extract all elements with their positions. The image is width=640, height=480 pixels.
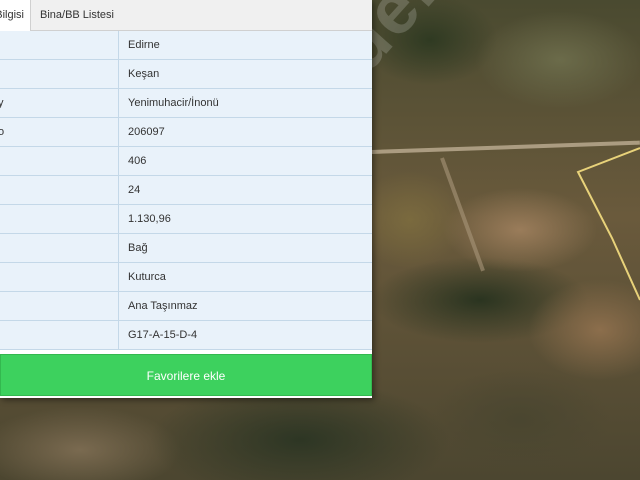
row-key: [0, 147, 119, 175]
row-value: Kuturca: [128, 271, 166, 283]
row-value: 406: [128, 155, 147, 167]
tab-building-list[interactable]: Bina/BB Listesi: [31, 0, 122, 30]
row-value: 206097: [128, 126, 165, 138]
row-key: o: [0, 118, 119, 146]
row-key: [0, 263, 119, 291]
table-row: 24: [0, 176, 372, 205]
row-key: [0, 176, 119, 204]
row-value: Yenimuhacir/İnonü: [128, 97, 219, 109]
tab-parcel-info[interactable]: Bilgisi: [0, 0, 31, 31]
table-row: 1.130,96: [0, 205, 372, 234]
table-row: y Yenimuhacir/İnonü: [0, 89, 372, 118]
table-row: Edirne: [0, 31, 372, 60]
table-row: 406: [0, 147, 372, 176]
row-key: [0, 205, 119, 233]
table-row: Kuturca: [0, 263, 372, 292]
table-row: Keşan: [0, 60, 372, 89]
add-to-favorites-button[interactable]: Favorilere ekle: [0, 354, 372, 396]
row-value: G17-A-15-D-4: [128, 329, 198, 341]
row-key: [0, 31, 119, 59]
row-key: [0, 60, 119, 88]
table-row: G17-A-15-D-4: [0, 321, 372, 350]
row-value: Bağ: [128, 242, 148, 254]
table-row: o 206097: [0, 118, 372, 147]
row-value: 24: [128, 184, 141, 196]
tab-bar: Bilgisi Bina/BB Listesi: [0, 0, 372, 31]
row-value: 1.130,96: [128, 213, 171, 225]
row-key: [0, 234, 119, 262]
table-row: Bağ: [0, 234, 372, 263]
parcel-info-panel: Bilgisi Bina/BB Listesi Edirne Keşan y Y…: [0, 0, 372, 398]
row-value: Edirne: [128, 39, 160, 51]
row-key: [0, 321, 119, 349]
row-value: Ana Taşınmaz: [128, 300, 198, 312]
row-value: Keşan: [128, 68, 160, 80]
table-row: Ana Taşınmaz: [0, 292, 372, 321]
info-table: Edirne Keşan y Yenimuhacir/İnonü o 20609…: [0, 31, 372, 350]
row-key: [0, 292, 119, 320]
row-key: y: [0, 89, 119, 117]
